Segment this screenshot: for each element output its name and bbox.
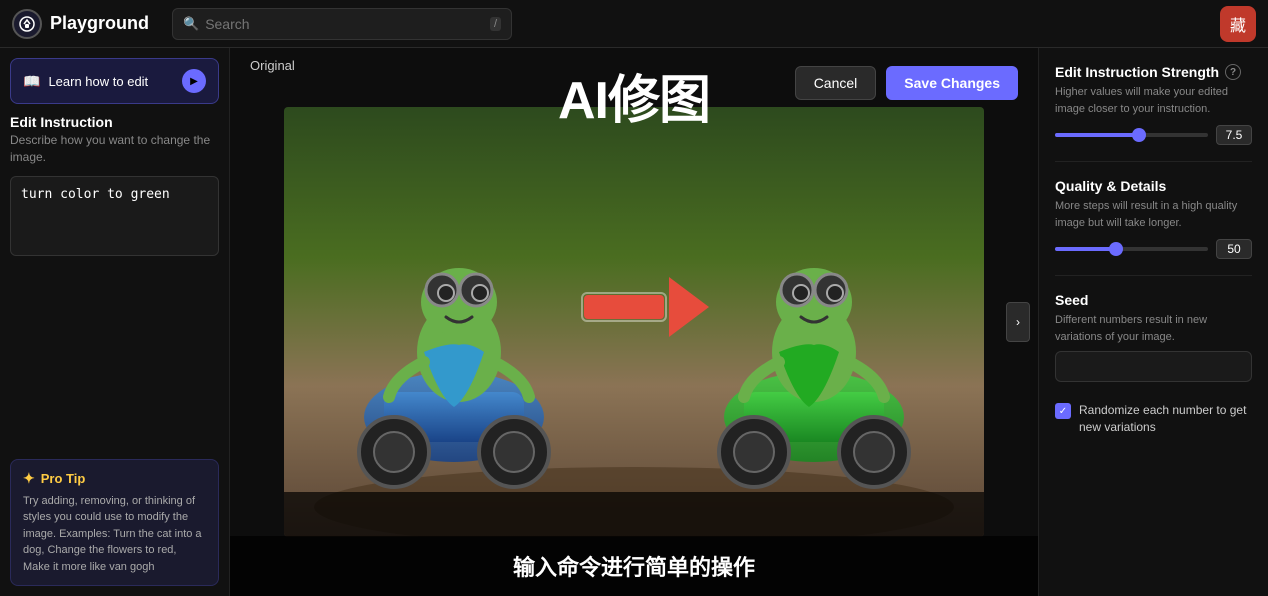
strength-desc: Higher values will make your edited imag… (1055, 84, 1252, 117)
quality-slider-row: 50 (1055, 239, 1252, 259)
save-changes-button[interactable]: Save Changes (886, 66, 1018, 100)
quality-title: Quality & Details (1055, 178, 1252, 194)
instruction-textarea[interactable]: turn color to green (10, 176, 219, 256)
left-panel: 📖 Learn how to edit ▶ Edit Instruction D… (0, 48, 230, 596)
spacer (10, 266, 219, 449)
strength-slider-fill (1055, 133, 1139, 137)
bottom-subtitle: 输入命令进行简单的操作 (230, 536, 1038, 596)
divider-2 (1055, 275, 1252, 276)
pro-tip-text: Try adding, removing, or thinking of sty… (23, 493, 206, 576)
quality-slider-track[interactable] (1055, 247, 1208, 251)
cancel-button[interactable]: Cancel (795, 66, 877, 100)
seed-section: Seed Different numbers result in new var… (1055, 292, 1252, 382)
center-area: AI修图 Cancel Save Changes Original (230, 48, 1038, 596)
edit-instruction-sub: Describe how you want to change the imag… (10, 132, 219, 166)
strength-slider-value: 7.5 (1216, 125, 1252, 145)
strength-info-icon[interactable]: ? (1225, 64, 1241, 80)
frog-scene-image (284, 107, 984, 537)
book-icon: 📖 (23, 73, 40, 90)
quality-slider-fill (1055, 247, 1116, 251)
center-title: AI修图 (558, 58, 710, 133)
logo-text: Playground (50, 13, 149, 34)
learn-btn-label: Learn how to edit (48, 74, 148, 89)
quality-section: Quality & Details More steps will result… (1055, 178, 1252, 259)
divider-1 (1055, 161, 1252, 162)
seed-desc: Different numbers result in new variatio… (1055, 312, 1252, 345)
strength-slider-thumb[interactable] (1132, 128, 1146, 142)
strength-slider-row: 7.5 (1055, 125, 1252, 145)
quality-slider-value: 50 (1216, 239, 1252, 259)
right-panel: Edit Instruction Strength ? Higher value… (1038, 48, 1268, 596)
kbd-slash: / (490, 17, 501, 31)
scroll-right-button[interactable]: › (1006, 302, 1030, 342)
search-icon: 🔍 (183, 16, 199, 32)
randomize-label: Randomize each number to get new variati… (1079, 402, 1252, 436)
randomize-row: ✓ Randomize each number to get new varia… (1055, 402, 1252, 436)
quality-desc: More steps will result in a high quality… (1055, 198, 1252, 231)
strength-title: Edit Instruction Strength ? (1055, 64, 1252, 80)
edit-instruction-section: Edit Instruction Describe how you want t… (10, 114, 219, 166)
randomize-checkbox[interactable]: ✓ (1055, 403, 1071, 419)
strength-section: Edit Instruction Strength ? Higher value… (1055, 64, 1252, 145)
strength-slider-track[interactable] (1055, 133, 1208, 137)
learn-btn-left: 📖 Learn how to edit (23, 73, 148, 90)
pro-tip-card: ✦ Pro Tip Try adding, removing, or think… (10, 459, 219, 587)
learn-how-to-edit-button[interactable]: 📖 Learn how to edit ▶ (10, 58, 219, 104)
logo-area: Playground (12, 9, 172, 39)
logo-icon (12, 9, 42, 39)
topnav: Playground 🔍 / 藏 (0, 0, 1268, 48)
quality-slider-thumb[interactable] (1109, 242, 1123, 256)
pro-tip-label: Pro Tip (41, 471, 86, 486)
seed-input[interactable] (1055, 351, 1252, 382)
play-icon: ▶ (182, 69, 206, 93)
search-input[interactable] (205, 16, 484, 32)
edit-instruction-title: Edit Instruction (10, 114, 219, 130)
seed-title: Seed (1055, 292, 1252, 308)
avatar-btn[interactable]: 藏 (1220, 6, 1256, 42)
pro-tip-header: ✦ Pro Tip (23, 470, 206, 487)
main-area: 📖 Learn how to edit ▶ Edit Instruction D… (0, 48, 1268, 596)
star-icon: ✦ (23, 470, 35, 487)
search-bar[interactable]: 🔍 / (172, 8, 512, 40)
action-buttons: Cancel Save Changes (795, 66, 1018, 100)
